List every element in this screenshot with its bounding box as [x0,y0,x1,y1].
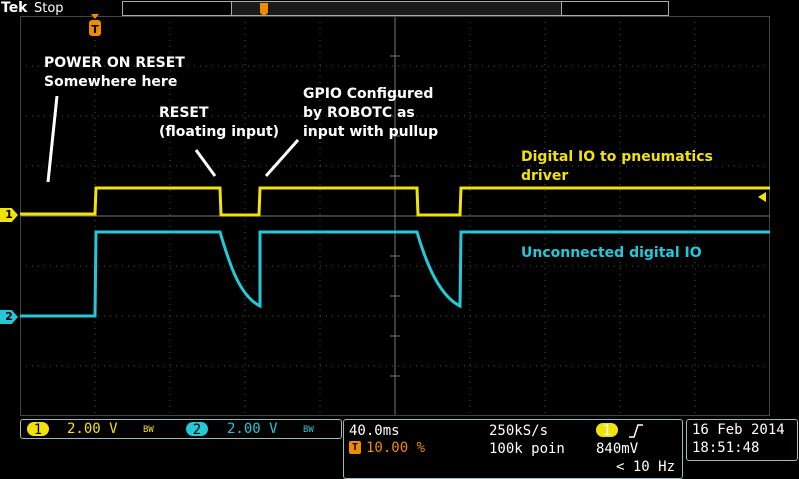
pointer-line-power-on [46,95,59,183]
annotation-unconnected-io: Unconnected digital IO [521,244,702,263]
acquisition-status: Stop [34,1,64,16]
readout-panel: 1 2.00 V BW 2 2.00 V BW 40.0ms T 10.00 %… [0,416,799,479]
ch2-bandwidth-icon: BW [303,425,314,435]
annotation-reset-line2: (floating input) [159,124,280,140]
datetime-box: 16 Feb 2014 18:51:48 [686,419,798,461]
annotation-gpio: GPIO Configured by ROBOTC as input with … [303,85,438,142]
rising-edge-icon [629,424,643,438]
top-status-bar: Tek Stop [0,0,799,17]
trigger-position-marker-icon[interactable]: T [88,14,102,40]
ch1-volts-div[interactable]: 2.00 V [67,421,118,437]
annotation-digital-io: Digital IO to pneumatics driver [521,148,713,186]
annotation-gpio-line2: by ROBOTC as [303,105,415,121]
ch2-badge[interactable]: 2 [186,422,208,438]
trigger-source-badge[interactable]: 1 [596,423,618,439]
annotation-power-on: POWER ON RESET Somewhere here [44,54,185,92]
annotation-power-on-line1: POWER ON RESET [44,55,185,71]
date-display: 16 Feb 2014 [692,422,785,438]
ch1-ground-marker[interactable]: 1 [0,208,18,222]
annotation-digital-io-line1: Digital IO to pneumatics [521,149,713,165]
annotation-reset-line1: RESET [159,105,209,121]
trigger-position-icon: T [349,441,361,454]
ch1-marker-label: 1 [5,208,13,221]
time-display: 18:51:48 [692,440,760,456]
timebase-readout-box[interactable]: 40.0ms T 10.00 % 250kS/s 100k poin 1 840… [343,419,683,479]
svg-text:T: T [91,23,99,36]
channel-readout-box[interactable]: 1 2.00 V BW 2 2.00 V BW [20,419,342,439]
ch2-volts-div[interactable]: 2.00 V [227,421,278,437]
record-view-window[interactable] [231,1,562,16]
trigger-position-percent[interactable]: 10.00 % [366,440,425,456]
sample-rate: 250kS/s [489,423,549,439]
annotation-reset: RESET (floating input) [159,104,279,142]
trigger-level[interactable]: 840mV [596,441,638,457]
annotation-power-on-line2: Somewhere here [44,74,178,90]
ch2-ground-marker[interactable]: 2 [0,310,18,324]
record-length[interactable]: 100k poin [489,441,565,457]
trigger-position-record-icon [260,3,268,16]
pointer-line-reset [194,149,217,177]
annotation-gpio-line3: input with pullup [303,124,439,140]
trigger-frequency: < 10 Hz [616,459,676,475]
waveform-display[interactable]: POWER ON RESET Somewhere here RESET (flo… [20,16,770,416]
brand-logo: Tek [1,0,28,16]
trigger-level-arrow-icon[interactable] [758,192,770,202]
ch1-bandwidth-icon: BW [143,425,154,435]
ch1-badge[interactable]: 1 [27,422,49,438]
pointer-line-gpio [264,139,300,177]
ch2-marker-label: 2 [5,310,13,323]
annotation-gpio-line1: GPIO Configured [303,86,434,102]
annotation-digital-io-line2: driver [521,168,569,184]
time-per-div[interactable]: 40.0ms [349,423,400,439]
annotation-unconnected-io-line1: Unconnected digital IO [521,245,702,261]
